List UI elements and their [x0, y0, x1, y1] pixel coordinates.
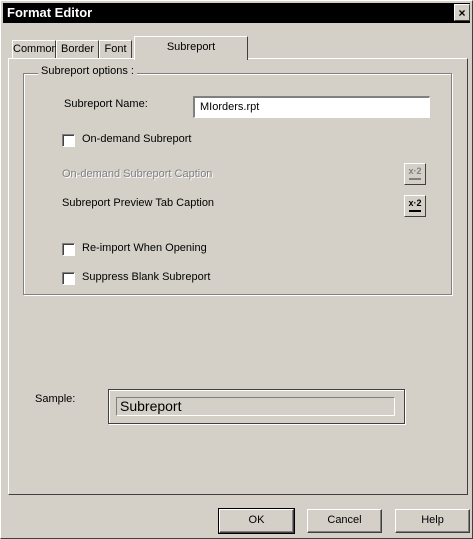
- tab-border[interactable]: Border: [56, 40, 99, 58]
- tab-common-label: Common: [13, 43, 58, 55]
- tab-border-label: Border: [60, 43, 95, 55]
- on-demand-caption-formula-button[interactable]: x·2: [404, 163, 426, 185]
- help-button[interactable]: Help: [395, 509, 470, 533]
- preview-tab-caption-label: Subreport Preview Tab Caption: [62, 197, 215, 209]
- tab-font-label: Font: [104, 43, 127, 55]
- tab-common[interactable]: Common: [12, 40, 58, 58]
- subreport-name-input[interactable]: MIorders.rpt: [193, 96, 430, 118]
- formula-icon: x·2: [408, 166, 422, 176]
- tab-subreport[interactable]: Subreport: [134, 36, 248, 60]
- subreport-name-label: Subreport Name:: [64, 98, 148, 110]
- formula-icon: x·2: [408, 198, 422, 208]
- on-demand-subreport-checkbox[interactable]: [62, 134, 75, 147]
- reimport-label: Re-import When Opening: [82, 242, 207, 254]
- on-demand-caption-label: On-demand Subreport Caption: [62, 168, 213, 180]
- cancel-button[interactable]: Cancel: [307, 509, 382, 533]
- tab-subreport-label: Subreport: [166, 41, 216, 53]
- suppress-blank-checkbox[interactable]: [62, 272, 75, 285]
- title-bar[interactable]: Format Editor ×: [3, 3, 470, 23]
- sample-label: Sample:: [35, 393, 76, 405]
- window-title: Format Editor: [7, 5, 93, 20]
- tab-font[interactable]: Font: [99, 40, 132, 58]
- reimport-checkbox[interactable]: [62, 243, 75, 256]
- sample-preview: Subreport: [108, 389, 405, 424]
- suppress-blank-label: Suppress Blank Subreport: [82, 271, 211, 283]
- ok-button[interactable]: OK: [218, 508, 295, 534]
- preview-tab-caption-formula-button[interactable]: x·2: [404, 195, 426, 217]
- subreport-options-legend: Subreport options :: [38, 65, 137, 77]
- on-demand-subreport-label: On-demand Subreport: [82, 133, 192, 145]
- close-icon[interactable]: ×: [454, 4, 470, 21]
- sample-text: Subreport: [116, 397, 395, 416]
